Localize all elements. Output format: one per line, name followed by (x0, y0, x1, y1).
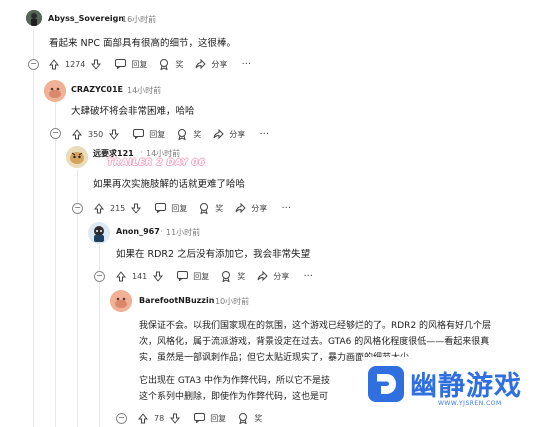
reply-button[interactable]: 回复 (210, 413, 226, 424)
comment-actions: 350 回复 奖 分享 ··· (70, 126, 275, 142)
share-button[interactable]: 分享 (229, 129, 245, 140)
comment-text-line: 这个系列中删除，即使作为作弊代码，这也是可 (139, 392, 329, 402)
timestamp-separator: · (120, 85, 123, 94)
award-icon[interactable] (236, 411, 250, 425)
timestamp-separator: · (209, 296, 212, 305)
avatar[interactable] (44, 80, 66, 102)
comment-text: 如果再次实施肢解的话就更难了哈哈 (93, 179, 246, 190)
share-icon[interactable] (233, 201, 247, 215)
reply-button[interactable]: 回复 (171, 203, 187, 214)
share-icon[interactable] (193, 57, 207, 71)
comment-text-line: 我保证不会。以我们国家现在的氛围，这个游戏已经够烂的了。RDR2 的风格有好几个… (139, 321, 492, 331)
vote-count: 350 (88, 129, 104, 139)
watermark-logo-icon (368, 366, 404, 402)
reply-icon[interactable] (175, 269, 189, 283)
vote-count: 1274 (65, 59, 86, 69)
downvote-icon[interactable] (151, 269, 165, 283)
watermark-url: WWW.YJSREN.COM (438, 400, 502, 407)
upvote-icon[interactable] (114, 269, 128, 283)
share-button[interactable]: 分享 (211, 59, 227, 70)
award-icon[interactable] (219, 269, 233, 283)
collapse-thread-button[interactable]: − (28, 59, 39, 70)
collapse-thread-button[interactable]: − (94, 271, 105, 282)
collapse-thread-button[interactable]: − (116, 413, 127, 424)
vote-count: 78 (154, 413, 165, 423)
reply-button[interactable]: 回复 (193, 271, 209, 282)
upvote-icon[interactable] (47, 57, 61, 71)
upvote-icon[interactable] (136, 411, 150, 425)
comment-actions: 141 回复 奖 分享 ··· (114, 268, 319, 284)
reply-button[interactable]: 回复 (149, 129, 165, 140)
comment-text-line: 它出现在 GTA3 中作为作弊代码，所以它不是技 (139, 376, 331, 386)
downvote-icon[interactable] (89, 57, 103, 71)
more-options-icon[interactable]: ··· (239, 57, 253, 71)
more-options-icon[interactable]: ··· (301, 269, 315, 283)
username[interactable]: Anon_967 (116, 227, 160, 236)
user-flair: TRAILER 2 DAY 06 (107, 158, 206, 168)
timestamp: 11小时前 (166, 228, 201, 237)
avatar[interactable] (26, 10, 42, 26)
reply-icon[interactable] (113, 57, 127, 71)
award-icon[interactable] (157, 57, 171, 71)
award-icon[interactable] (175, 127, 189, 141)
username[interactable]: Abyss_Sovereign (48, 14, 124, 23)
comment-actions: 215 回复 奖 分享 ··· (92, 200, 297, 216)
award-icon[interactable] (197, 201, 211, 215)
timestamp: 14小时前 (146, 149, 181, 158)
username[interactable]: CRAZYC01E (71, 85, 123, 94)
username[interactable]: BarefootNBuzzin (139, 296, 214, 305)
upvote-icon[interactable] (92, 201, 106, 215)
more-options-icon[interactable]: ··· (279, 201, 293, 215)
collapse-thread-button[interactable]: − (50, 128, 61, 139)
timestamp-separator: · (115, 14, 118, 23)
reply-icon[interactable] (131, 127, 145, 141)
comment-text: 大肆破坏将会非常困难，哈哈 (71, 106, 195, 117)
reply-button[interactable]: 回复 (131, 59, 147, 70)
avatar[interactable] (88, 222, 110, 244)
comment-text: 看起来 NPC 面部具有很高的细节，这很棒。 (49, 38, 237, 49)
award-button[interactable]: 奖 (215, 203, 223, 214)
upvote-icon[interactable] (70, 127, 84, 141)
vote-count: 215 (110, 203, 126, 213)
share-button[interactable]: 分享 (251, 203, 267, 214)
watermark-title: 幽静游戏 (410, 371, 522, 402)
more-options-icon[interactable]: ··· (257, 127, 271, 141)
timestamp: 16小时前 (122, 15, 157, 24)
vote-count: 141 (132, 271, 148, 281)
award-button[interactable]: 奖 (254, 413, 262, 424)
timestamp: 10小时前 (215, 297, 250, 306)
comment-actions: 78 回复 奖 (136, 410, 272, 426)
comment-text: 如果在 RDR2 之后没有添加它，我会非常失望 (116, 249, 311, 260)
avatar[interactable] (66, 146, 88, 168)
share-icon[interactable] (211, 127, 225, 141)
downvote-icon[interactable] (107, 127, 121, 141)
award-button[interactable]: 奖 (237, 271, 245, 282)
collapse-thread-button[interactable]: − (72, 203, 83, 214)
reply-icon[interactable] (192, 411, 206, 425)
comment-actions: 1274 回复 奖 分享 ··· (47, 56, 257, 72)
downvote-icon[interactable] (168, 411, 182, 425)
avatar[interactable] (110, 290, 132, 312)
timestamp: 14小时前 (127, 86, 162, 95)
award-button[interactable]: 奖 (175, 59, 183, 70)
downvote-icon[interactable] (129, 201, 143, 215)
reply-icon[interactable] (153, 201, 167, 215)
timestamp-separator: · (140, 148, 143, 157)
share-button[interactable]: 分享 (273, 271, 289, 282)
comment-text-line: 次，风格化，属于流派游戏，背景设定在过去。GTA6 的风格化程度很低——看起来很… (139, 337, 490, 347)
award-button[interactable]: 奖 (193, 129, 201, 140)
share-icon[interactable] (255, 269, 269, 283)
timestamp-separator: · (160, 227, 163, 236)
